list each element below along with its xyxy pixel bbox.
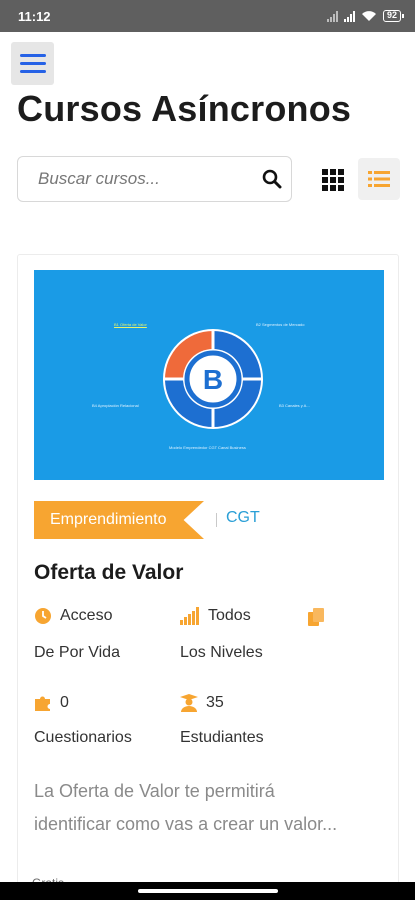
list-view-button[interactable] <box>358 158 400 200</box>
status-icons: 92 <box>326 10 405 22</box>
quizzes-count: 0 <box>60 694 69 711</box>
description-line: identificar como vas a crear un valor... <box>34 814 338 834</box>
access-meta: Acceso <box>34 607 112 625</box>
search-input[interactable] <box>38 169 262 189</box>
thumb-caption: Modelo Emprendedor CGT Canal Business <box>169 445 246 450</box>
course-thumbnail[interactable]: B1 Oferta de Valor B2 Segmentos de Merca… <box>34 270 384 480</box>
svg-text:B: B <box>203 364 223 395</box>
course-title[interactable]: Oferta de Valor <box>34 561 183 585</box>
quizzes-meta: 0 <box>34 694 69 712</box>
access-value: De Por Vida <box>34 644 120 661</box>
thumb-caption: B3 Canales y A... <box>279 403 310 408</box>
clock-icon <box>34 607 52 625</box>
hamburger-icon <box>19 70 46 73</box>
access-label: Acceso <box>60 607 113 624</box>
thumb-caption: B4 Apropiación Relacional <box>92 403 139 408</box>
students-meta: 35 <box>180 694 224 712</box>
category-tag[interactable]: Emprendimiento <box>34 501 204 539</box>
level-bars-icon <box>180 607 200 625</box>
signal-icon <box>343 10 355 22</box>
list-icon <box>368 171 390 187</box>
cgt-logo-icon: B <box>163 329 263 429</box>
level-meta: Todos <box>180 607 251 625</box>
category-separator <box>216 513 217 527</box>
course-card[interactable]: B1 Oferta de Valor B2 Segmentos de Merca… <box>17 254 399 900</box>
menu-button[interactable] <box>11 42 54 85</box>
students-label: Estudiantes <box>180 729 264 746</box>
signal-icon <box>326 10 338 22</box>
thumb-caption: B1 Oferta de Valor <box>114 322 147 327</box>
level-value: Los Niveles <box>180 644 263 661</box>
level-label: Todos <box>208 607 251 624</box>
puzzle-icon <box>34 694 52 712</box>
search-box <box>17 156 292 202</box>
page-title: Cursos Asíncronos <box>17 88 352 129</box>
course-description: La Oferta de Valor te permitirá identifi… <box>34 775 384 841</box>
student-icon <box>180 694 198 712</box>
author-link[interactable]: CGT <box>226 509 260 527</box>
students-count: 35 <box>206 694 224 711</box>
grid-icon <box>322 169 344 191</box>
system-nav-bar <box>0 882 415 900</box>
search-icon[interactable] <box>262 168 282 190</box>
status-bar: 11:12 92 <box>0 0 415 32</box>
grid-view-button[interactable] <box>314 160 352 200</box>
copy-icon[interactable] <box>308 608 326 626</box>
hamburger-icon <box>19 54 46 57</box>
thumb-caption: B2 Segmentos de Mercado <box>256 322 305 327</box>
status-time: 11:12 <box>18 8 51 24</box>
hamburger-icon <box>19 62 46 65</box>
description-line: La Oferta de Valor te permitirá <box>34 781 275 801</box>
home-gesture-bar[interactable] <box>137 889 278 893</box>
wifi-icon <box>361 11 376 21</box>
battery-icon: 92 <box>382 10 405 22</box>
quizzes-label: Cuestionarios <box>34 729 132 746</box>
